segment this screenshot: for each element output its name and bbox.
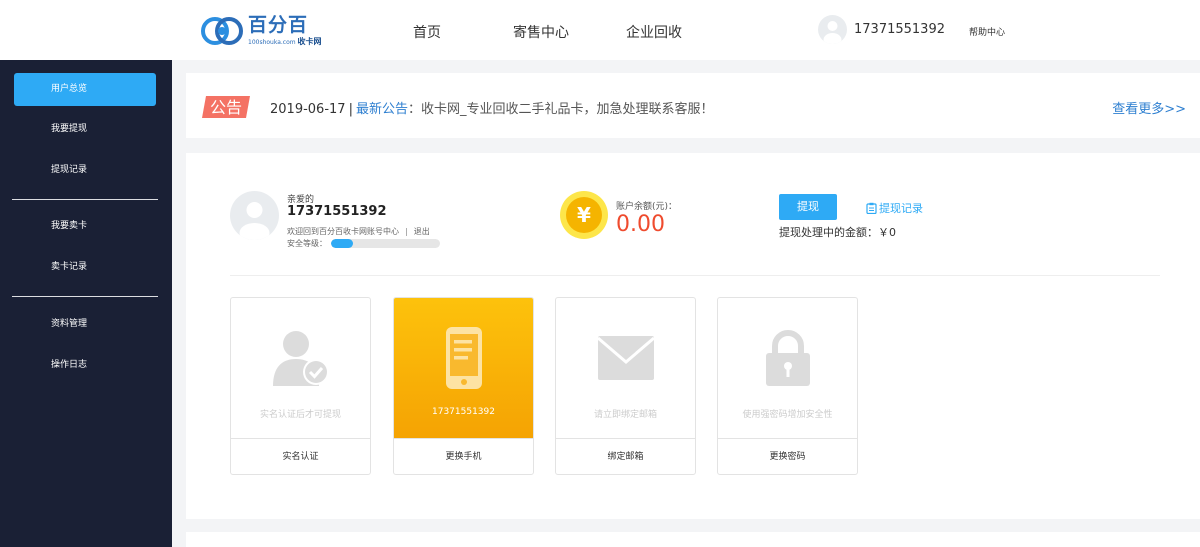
- real-name-verify-button[interactable]: 实名认证: [231, 438, 370, 474]
- mobile-phone-icon: [394, 326, 533, 390]
- clipboard-icon: [866, 202, 877, 214]
- card-password: 使用强密码增加安全性 更换密码: [717, 297, 858, 475]
- security-progress: [331, 239, 440, 248]
- pending-amount: 提现处理中的金额：￥0: [779, 226, 896, 239]
- nav-consign-center[interactable]: 寄售中心: [513, 22, 569, 42]
- logout-link[interactable]: 退出: [414, 227, 430, 236]
- user-menu[interactable]: 17371551392: [818, 15, 945, 44]
- notice-date: 2019-06-17: [270, 102, 346, 117]
- logo-subtext: 100shouka.com 收卡网: [248, 37, 322, 46]
- sidebar-item-withdraw[interactable]: 我要提现: [14, 113, 156, 146]
- change-phone-button[interactable]: 更换手机: [394, 438, 533, 474]
- lock-icon: [718, 326, 857, 390]
- envelope-icon: [556, 326, 695, 390]
- divider: [230, 275, 1160, 276]
- logo-icon: [200, 15, 244, 47]
- sidebar: 用户总览 我要提现 提现记录 我要卖卡 卖卡记录 资料管理 操作日志: [0, 60, 172, 547]
- logo-text: 百分百: [248, 14, 309, 36]
- security-level: 安全等级：: [287, 238, 440, 249]
- logo[interactable]: 百分百 100shouka.com 收卡网: [200, 15, 322, 47]
- user-avatar-icon: [230, 191, 279, 240]
- help-center-link[interactable]: 帮助中心: [969, 25, 1005, 38]
- notice-label[interactable]: 最新公告: [356, 102, 408, 117]
- view-more-link[interactable]: 查看更多>>: [1112, 98, 1186, 117]
- user-phone: 17371551392: [854, 22, 945, 37]
- card-email: 请立即绑定邮箱 绑定邮箱: [555, 297, 696, 475]
- card-real-name: 实名认证后才可提现 实名认证: [230, 297, 371, 475]
- account-panel: 亲爱的 17371551392 欢迎回到百分百收卡网账号中心 | 退出 安全等级： …: [186, 153, 1200, 519]
- withdraw-records-link[interactable]: 提现记录: [866, 200, 923, 216]
- withdraw-button[interactable]: 提现: [779, 194, 837, 220]
- sidebar-item-sell-card[interactable]: 我要卖卡: [14, 210, 156, 243]
- card-mobile: 17371551392 更换手机: [393, 297, 534, 475]
- sidebar-divider: [12, 296, 158, 297]
- sidebar-item-profile[interactable]: 资料管理: [14, 308, 156, 341]
- sidebar-item-withdraw-records[interactable]: 提现记录: [14, 154, 156, 187]
- sidebar-item-overview[interactable]: 用户总览: [14, 73, 156, 106]
- card-description: 请立即绑定邮箱: [593, 410, 657, 420]
- user-avatar-icon: [818, 15, 847, 44]
- welcome-line: 欢迎回到百分百收卡网账号中心 | 退出: [287, 227, 430, 236]
- nav-home[interactable]: 首页: [413, 22, 441, 42]
- notice-text: 2019-06-17 | 最新公告：收卡网_专业回收二手礼品卡，加急处理联系客服！: [270, 102, 714, 117]
- balance-value: 0.00: [616, 212, 665, 237]
- sidebar-item-operation-log[interactable]: 操作日志: [14, 349, 156, 382]
- lower-panel: [186, 532, 1200, 547]
- sidebar-divider: [12, 199, 158, 200]
- username: 17371551392: [287, 204, 387, 219]
- change-password-button[interactable]: 更换密码: [718, 438, 857, 474]
- card-description: 实名认证后才可提现: [259, 410, 341, 420]
- card-description: 使用强密码增加安全性: [742, 410, 833, 420]
- user-verify-icon: [231, 326, 370, 390]
- balance-label: 账户余额(元)：: [616, 202, 678, 212]
- top-bar: 百分百 100shouka.com 收卡网 首页 寄售中心 企业回收 17371…: [0, 0, 1200, 60]
- bind-email-button[interactable]: 绑定邮箱: [556, 438, 695, 474]
- svg-text:公告: 公告: [210, 98, 242, 117]
- notice-bar: 公告 2019-06-17 | 最新公告：收卡网_专业回收二手礼品卡，加急处理联系客…: [186, 73, 1200, 138]
- sidebar-item-sell-records[interactable]: 卖卡记录: [14, 251, 156, 284]
- card-description: 17371551392: [432, 407, 495, 417]
- nav-enterprise-recycle[interactable]: 企业回收: [626, 22, 682, 42]
- svg-text:¥: ¥: [577, 203, 591, 227]
- notice-content: ：收卡网_专业回收二手礼品卡，加急处理联系客服！: [407, 102, 714, 117]
- coin-icon: ¥: [559, 190, 609, 240]
- notice-badge: 公告: [200, 94, 252, 120]
